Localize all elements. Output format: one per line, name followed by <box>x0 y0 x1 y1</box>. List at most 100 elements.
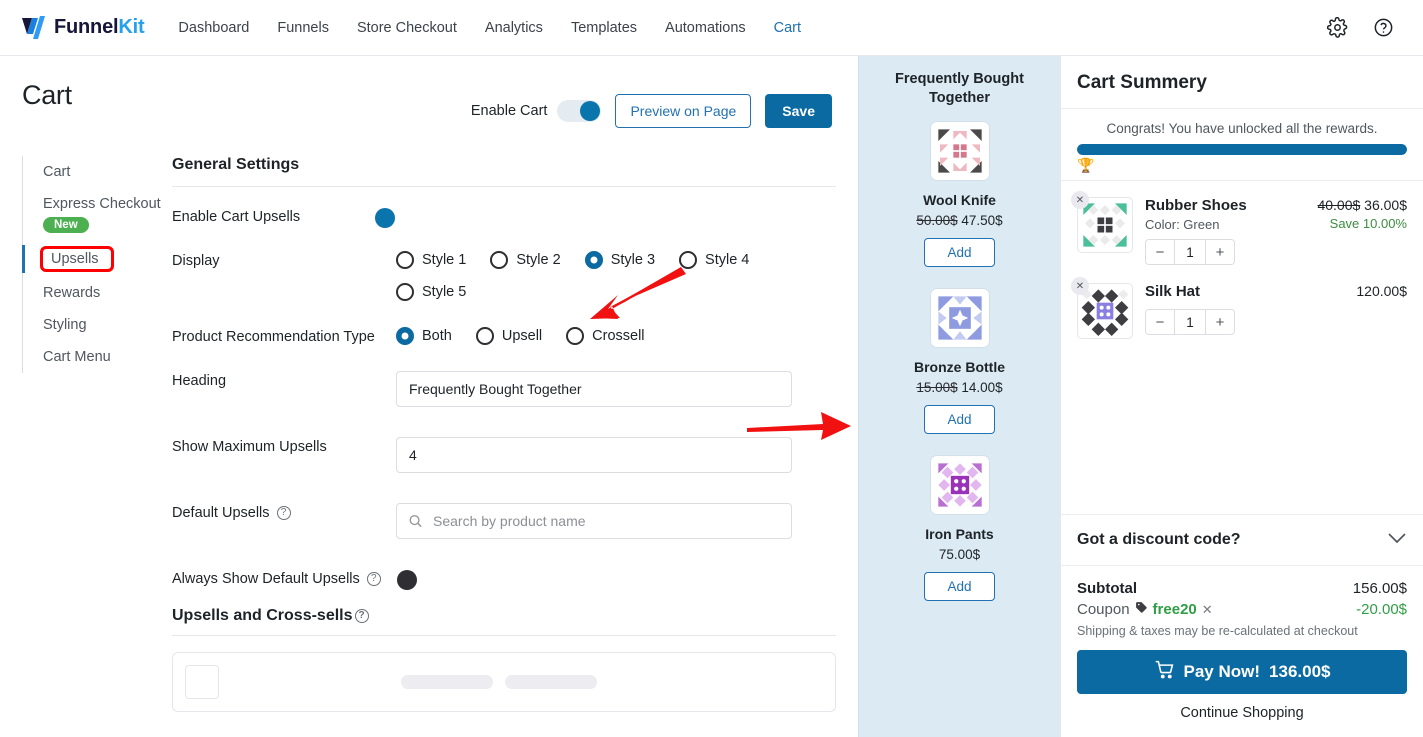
quantity-stepper[interactable]: − 1 + <box>1145 239 1235 265</box>
discount-code-toggle[interactable]: Got a discount code? <box>1061 514 1423 566</box>
remove-coupon-icon[interactable]: ✕ <box>1202 602 1213 618</box>
subsection-divider <box>172 635 836 636</box>
cart-item-variant: Color: Green <box>1145 217 1220 232</box>
radio-upsell[interactable] <box>475 327 494 345</box>
radio-option-style-1[interactable]: Style 1 <box>396 251 466 269</box>
page-title: Cart <box>22 80 72 110</box>
placeholder-bar-1 <box>401 675 493 689</box>
nav-item-dashboard[interactable]: Dashboard <box>178 16 249 40</box>
quantity-increase-button[interactable]: + <box>1206 310 1234 334</box>
toggle-knob <box>375 208 395 228</box>
sidebar-item-upsells-highlight[interactable]: Upsells <box>40 246 114 272</box>
placeholder-bar-2 <box>505 675 597 689</box>
remove-item-icon[interactable]: ✕ <box>1071 277 1089 295</box>
nav-item-automations[interactable]: Automations <box>665 16 746 40</box>
radio-style-3[interactable] <box>584 251 603 269</box>
radio-both[interactable] <box>396 327 414 345</box>
radio-option-style-3[interactable]: Style 3 <box>584 251 655 269</box>
save-button[interactable]: Save <box>765 94 832 128</box>
sidebar-item-styling[interactable]: Styling <box>22 309 172 341</box>
radio-style-5[interactable] <box>396 283 414 301</box>
nav-item-funnels[interactable]: Funnels <box>277 16 329 40</box>
cart-item-silk-hat: ✕ Silk Hat − 1 + 120.00$ <box>1071 275 1407 349</box>
pay-now-label: Pay Now! <box>1183 662 1261 681</box>
add-to-cart-button[interactable]: Add <box>924 571 995 601</box>
sidebar-item-express-checkout[interactable]: Express Checkout New <box>22 188 172 241</box>
heading-input[interactable] <box>396 371 792 407</box>
radio-option-upsell[interactable]: Upsell <box>475 327 542 345</box>
enable-cart-label: Enable Cart <box>470 103 548 119</box>
chevron-down-icon <box>1387 531 1407 549</box>
help-icon[interactable] <box>1371 16 1395 40</box>
display-control: Style 1 Style 2 Style 3 Style 4 Style 5 <box>396 251 836 315</box>
cart-item-old-price: 40.00$ <box>1317 197 1361 213</box>
placeholder-thumbnail <box>185 665 219 699</box>
add-to-cart-button[interactable]: Add <box>924 237 995 267</box>
quantity-value: 1 <box>1174 240 1206 264</box>
top-navigation-bar: FunnelKit Dashboard Funnels Store Checko… <box>0 0 1423 56</box>
field-default-upsells: Default Upsells ? <box>172 503 836 539</box>
radio-option-crossell[interactable]: Crossell <box>566 327 645 345</box>
recommendation-type-control: Both Upsell Crossell <box>396 327 836 345</box>
rewards-progress-fill <box>1077 144 1407 155</box>
quantity-decrease-button[interactable]: − <box>1146 310 1174 334</box>
quantity-stepper[interactable]: − 1 + <box>1145 309 1235 335</box>
nav-item-templates[interactable]: Templates <box>571 16 637 40</box>
sidebar-item-rewards[interactable]: Rewards <box>22 277 172 309</box>
radio-option-style-4[interactable]: Style 4 <box>679 251 749 269</box>
bronze-bottle-thumbnail <box>930 288 989 347</box>
cart-item-pricing: 120.00$ <box>1350 283 1407 339</box>
tag-icon <box>1135 601 1148 618</box>
default-upsells-search-input[interactable] <box>396 503 792 539</box>
logo-text-funnel: Funnel <box>54 16 119 38</box>
gear-icon[interactable] <box>1325 16 1349 40</box>
toggle-knob <box>397 570 417 590</box>
radio-style-4[interactable] <box>679 251 698 269</box>
field-recommendation-type: Product Recommendation Type Both Upsell <box>172 327 836 345</box>
logo-text-kit: Kit <box>118 16 145 38</box>
pay-now-button[interactable]: Pay Now! 136.00$ <box>1077 650 1407 694</box>
nav-item-store-checkout[interactable]: Store Checkout <box>357 16 457 40</box>
heading-control <box>396 371 836 407</box>
upsell-preview-panel: Frequently Bought Together Wool Knife 50… <box>858 56 1060 737</box>
preview-on-page-button[interactable]: Preview on Page <box>615 94 752 128</box>
help-icon-upsells-crosssells[interactable]: ? <box>354 609 369 623</box>
radio-style-1[interactable] <box>396 251 414 269</box>
sidebar-badge-new: New <box>43 217 89 233</box>
max-upsells-input[interactable] <box>396 437 792 473</box>
continue-shopping-link[interactable]: Continue Shopping <box>1077 705 1407 721</box>
iron-pants-thumbnail <box>930 455 989 514</box>
sidebar-item-cart[interactable]: Cart <box>22 156 172 188</box>
remove-item-icon[interactable]: ✕ <box>1071 191 1089 209</box>
enable-cart-toggle[interactable] <box>557 100 602 122</box>
help-icon-always-show[interactable]: ? <box>366 572 381 586</box>
cart-item-price: 120.00$ <box>1356 283 1407 299</box>
help-icon-default-upsells[interactable]: ? <box>276 506 291 520</box>
radio-both-label: Both <box>422 328 452 344</box>
cart-item-thumb-wrap: ✕ <box>1071 277 1133 339</box>
cart-item-price: 40.00$ 36.00$ <box>1317 197 1407 213</box>
subtotal-label: Subtotal <box>1077 580 1137 597</box>
upsell-product-card-placeholder[interactable] <box>172 652 836 712</box>
cart-item-new-price: 36.00$ <box>1364 197 1407 213</box>
nav-item-analytics[interactable]: Analytics <box>485 16 543 40</box>
cart-item-info: Rubber Shoes Color: Green − 1 + <box>1145 197 1299 265</box>
add-to-cart-button[interactable]: Add <box>924 404 995 434</box>
section-divider <box>172 186 836 187</box>
radio-option-both[interactable]: Both <box>396 327 452 345</box>
sidebar-item-upsells[interactable]: Upsells <box>22 241 172 277</box>
sidebar-item-cart-menu[interactable]: Cart Menu <box>22 341 172 373</box>
nav-item-cart[interactable]: Cart <box>774 16 801 40</box>
quantity-decrease-button[interactable]: − <box>1146 240 1174 264</box>
enable-cart-control[interactable]: Enable Cart <box>471 100 602 122</box>
radio-style-2-label: Style 2 <box>516 252 561 268</box>
radio-option-style-2[interactable]: Style 2 <box>490 251 561 269</box>
radio-crossell[interactable] <box>566 327 585 345</box>
radio-style-2[interactable] <box>490 251 509 269</box>
quantity-increase-button[interactable]: + <box>1206 240 1234 264</box>
sidebar-item-upsells-label: Upsells <box>51 251 99 267</box>
wool-knife-thumbnail <box>930 121 989 180</box>
radio-option-style-5[interactable]: Style 5 <box>396 283 466 301</box>
funnelkit-logo[interactable]: FunnelKit <box>20 15 145 41</box>
cart-item-rubber-shoes: ✕ Rubber Shoes Color: Green − 1 + 40.00$… <box>1071 189 1407 275</box>
